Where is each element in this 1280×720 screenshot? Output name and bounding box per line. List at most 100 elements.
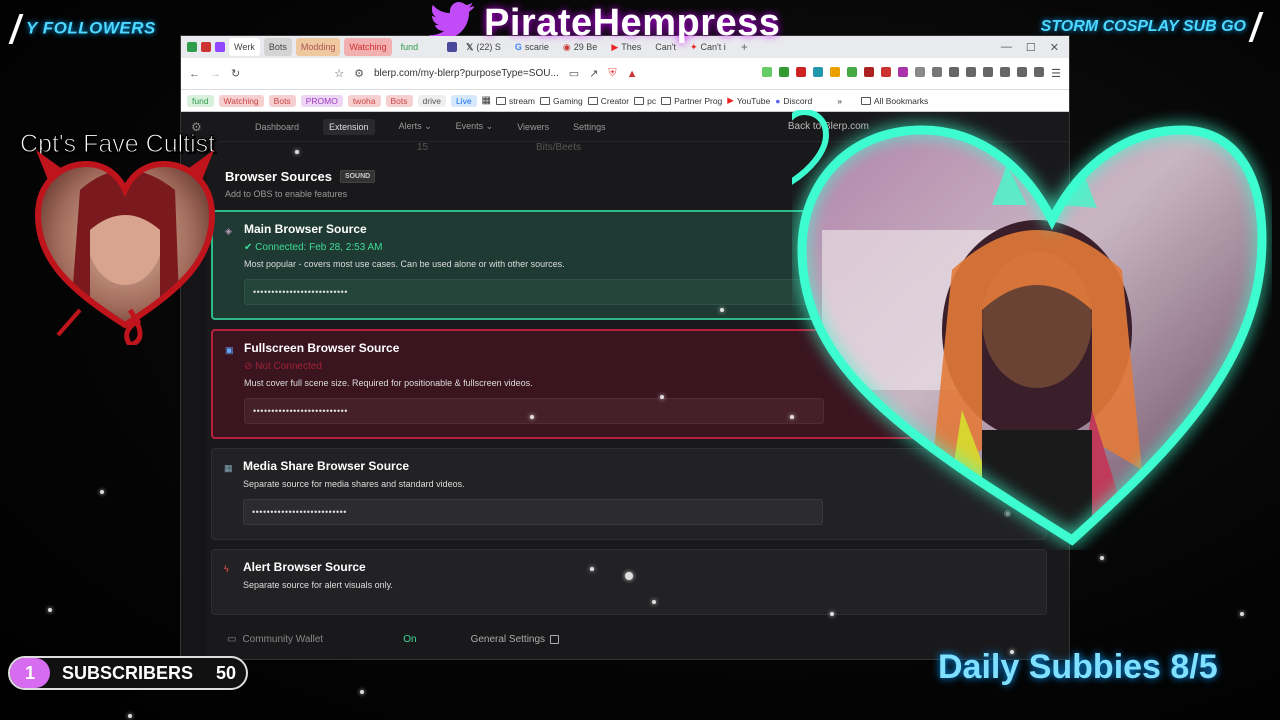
bookmark-youtube[interactable]: ▶ YouTube [727,95,770,106]
card-title: Alert Browser Source [243,560,366,574]
sidebar-icon[interactable] [983,67,994,77]
bookmark-bots[interactable]: Bots [268,94,296,107]
extension-icon[interactable] [813,67,824,77]
sparkle [660,395,664,399]
daily-subs-counter: Daily Subbies 8/5 [938,648,1218,686]
nav-dashboard[interactable]: Dashboard [255,122,299,132]
extension-icon[interactable] [881,67,892,77]
folder-icon [587,96,598,105]
sparkle [48,608,52,612]
sparkle [790,415,794,419]
address-toolbar: ← → ↻ ☆ ⚙ blerp.com/my-blerp?purposeType… [181,58,1069,90]
extension-icon[interactable] [949,67,960,77]
sparkle [830,612,834,616]
masked-url: •••••••••••••••••••••••••• [253,287,348,297]
nav-events[interactable]: Events ⌄ [456,121,494,132]
webcam-heart-frame [792,110,1267,546]
bookmark-bots-2[interactable]: Bots [385,94,413,107]
tab-favicon-icon [447,42,458,52]
sparkle [720,308,724,312]
app-footer: ▭ Community Wallet On General Settings [181,619,1069,659]
bookmark-drive[interactable]: drive [417,94,446,107]
wallet-icon[interactable] [1000,67,1011,77]
tab-modding[interactable]: Modding [295,38,341,56]
bookmark-folder-partner[interactable]: Partner Prog [661,96,722,106]
section-subtitle: Add to OBS to enable features [225,189,348,199]
sparkle [652,600,656,604]
cultist-heart-frame [34,150,216,345]
bookmark-folder-creator[interactable]: Creator [587,95,630,106]
leo-icon[interactable] [1017,67,1028,77]
bookmark-live[interactable]: Live [450,94,477,107]
more-bookmarks-icon[interactable]: » [837,96,842,106]
bookmark-folder-pc[interactable]: pc [634,96,656,106]
brave-rewards-icon[interactable]: ▲ [627,68,638,80]
source-url-field[interactable]: •••••••••••••••••••••••••• [244,279,824,305]
close-icon[interactable]: ✕ [1050,41,1059,54]
all-bookmarks[interactable]: All Bookmarks [860,95,929,106]
extension-icon[interactable] [762,67,773,77]
maximize-icon[interactable]: ☐ [1026,41,1036,54]
source-url-field[interactable]: •••••••••••••••••••••••••• ◉ [243,499,1011,525]
cast-icon[interactable]: ▭ [569,67,579,80]
forward-arrow-icon[interactable]: → [210,68,221,80]
tab-fund[interactable]: fund [396,38,424,56]
community-wallet[interactable]: ▭ Community Wallet [227,634,323,645]
bookmark-promo[interactable]: PROMO [300,94,343,107]
back-arrow-icon[interactable]: ← [189,68,200,80]
tab-werk[interactable]: Werk [229,38,260,56]
bookmark-watching[interactable]: Watching [218,94,264,107]
bookmark-discord[interactable]: ● Discord [775,96,812,106]
folder-icon [539,96,550,105]
bookmark-folder-gaming[interactable]: Gaming [539,96,583,106]
status-text: Connected: Feb 28, 2:53 AM [255,242,383,253]
minimize-icon[interactable]: — [1001,41,1012,54]
twitch-icon [215,42,225,52]
chevron-down-icon: ⌄ [485,121,494,131]
folder-label: Partner Prog [674,95,723,106]
sparkle [1010,650,1014,654]
sparkle [128,714,132,718]
music-icon[interactable] [966,67,977,77]
streamer-name: PirateHempress [484,2,781,44]
bookmark-twoha[interactable]: twoha [347,94,381,107]
extension-icon[interactable] [898,67,909,77]
source-icon: ◈ [225,226,232,236]
section-title: Browser Sources SOUND [225,169,376,184]
not-connected-icon: ⊘ [244,361,253,372]
reload-icon[interactable]: ↻ [231,67,240,80]
sparkle [530,415,534,419]
extension-icon[interactable] [932,67,943,77]
folder-label: Creator [600,95,630,106]
grid-icon[interactable]: ▦ [482,95,491,106]
check-circle-icon: ✔ [244,242,253,253]
menu-icon[interactable]: ☰ [1051,67,1061,80]
bookmarks-bar: fund Watching Bots PROMO twoha Bots driv… [181,90,1069,112]
wallet-toggle-state[interactable]: On [403,634,416,645]
card-alert-browser-source: ϟ Alert Browser Source Separate source f… [211,549,1047,615]
nav-viewers[interactable]: Viewers [517,122,549,132]
extension-icon[interactable] [915,67,926,77]
extension-icon[interactable] [830,67,841,77]
extension-icon[interactable] [796,67,807,77]
tab-bots[interactable]: Bots [263,38,292,56]
nav-settings[interactable]: Settings [573,122,606,132]
bookmark-fund[interactable]: fund [187,94,214,107]
folder-label: All Bookmarks [873,95,929,106]
extension-icon[interactable] [779,67,790,77]
bookmark-star-icon[interactable]: ☆ [334,67,344,80]
extension-icon[interactable] [847,67,858,77]
share-icon[interactable]: ↗ [589,67,598,80]
extension-icon[interactable] [864,67,875,77]
shield-icon[interactable] [1034,67,1045,77]
bookmark-folder-stream[interactable]: stream [496,96,535,106]
general-settings-link[interactable]: General Settings [471,634,560,645]
source-url-field[interactable]: •••••••••••••••••••••••••• [244,398,824,424]
url-field[interactable]: blerp.com/my-blerp?purposeType=SOU... [374,68,559,79]
brave-shield-icon[interactable]: ⛨ [608,67,616,80]
site-info-icon[interactable]: ⚙ [354,67,364,80]
tab-watching[interactable]: Watching [344,38,392,56]
nav-alerts[interactable]: Alerts ⌄ [399,121,432,132]
sparkle [1100,556,1104,560]
nav-extension[interactable]: Extension [323,118,375,135]
